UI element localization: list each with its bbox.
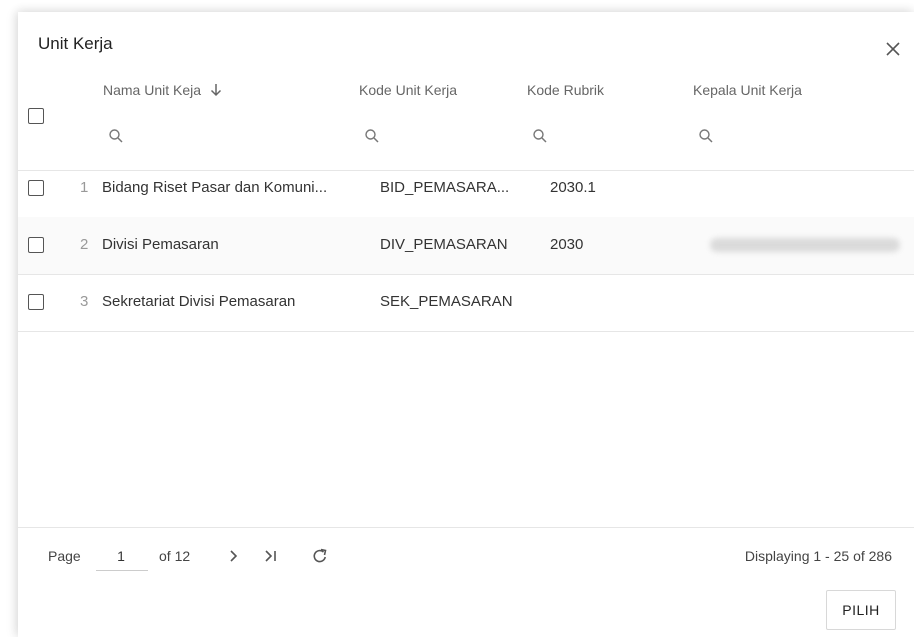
column-header-kepala-unit-kerja[interactable]: Kepala Unit Kerja [693, 82, 802, 98]
column-header-kode-unit-kerja[interactable]: Kode Unit Kerja [359, 82, 457, 98]
chevron-right-icon[interactable] [224, 547, 242, 565]
column-header-nama-unit-kerja[interactable]: Nama Unit Keja [103, 82, 222, 98]
cell-kode-unit-kerja: DIV_PEMASARAN [380, 236, 508, 253]
page-label: Page [48, 548, 81, 564]
cell-kode-unit-kerja: BID_PEMASARA... [380, 179, 510, 196]
search-icon[interactable] [532, 128, 548, 144]
row-checkbox[interactable] [28, 237, 44, 253]
displaying-count: Displaying 1 - 25 of 286 [744, 548, 892, 564]
row-checkbox[interactable] [28, 180, 44, 196]
table-row[interactable]: 1 Bidang Riset Pasar dan Komuni... BID_P… [18, 160, 914, 218]
cell-kode-unit-kerja: SEK_PEMASARAN [380, 293, 513, 310]
cell-nama-unit-kerja: Sekretariat Divisi Pemasaran [102, 293, 296, 310]
unit-kerja-dialog: Unit Kerja Nama Unit Keja Kode Unit Kerj… [18, 12, 914, 637]
grid-header: Nama Unit Keja Kode Unit Kerja Kode Rubr… [18, 74, 914, 171]
last-page-icon[interactable] [262, 547, 280, 565]
dialog-title: Unit Kerja [38, 34, 113, 53]
page-number-input[interactable] [96, 542, 148, 571]
cell-nama-unit-kerja: Bidang Riset Pasar dan Komuni... [102, 179, 328, 196]
refresh-icon[interactable] [311, 547, 329, 565]
cell-nama-unit-kerja: Divisi Pemasaran [102, 236, 219, 253]
table-row[interactable]: 2 Divisi Pemasaran DIV_PEMASARAN 2030 [18, 217, 914, 275]
column-header-label: Kepala Unit Kerja [693, 82, 802, 98]
cell-kode-rubrik: 2030.1 [550, 179, 596, 196]
cell-kode-rubrik: 2030 [550, 236, 584, 253]
search-icon[interactable] [108, 128, 124, 144]
paging-toolbar: Page of 12 Displaying 1 - 25 of 286 [18, 527, 914, 584]
row-number: 3 [80, 293, 89, 310]
pilih-button[interactable]: PILIH [826, 590, 896, 630]
column-header-label: Nama Unit Keja [103, 82, 202, 98]
row-number: 2 [80, 236, 89, 253]
row-checkbox[interactable] [28, 294, 44, 310]
column-header-label: Kode Rubrik [527, 82, 605, 98]
column-header-kode-rubrik[interactable]: Kode Rubrik [527, 82, 604, 98]
redacted-name [710, 238, 900, 252]
row-number: 1 [80, 179, 89, 196]
page-count-label: of 12 [159, 548, 191, 564]
select-all-checkbox[interactable] [28, 108, 44, 124]
search-icon[interactable] [698, 128, 714, 144]
table-row[interactable]: 3 Sekretariat Divisi Pemasaran SEK_PEMAS… [18, 274, 914, 332]
search-icon[interactable] [364, 128, 380, 144]
arrow-down-icon [210, 84, 221, 97]
close-icon[interactable] [882, 38, 904, 60]
column-header-label: Kode Unit Kerja [359, 82, 458, 98]
